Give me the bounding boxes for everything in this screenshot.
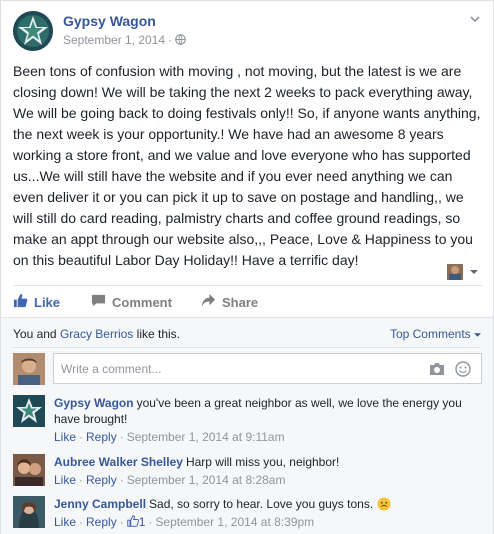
post-actions: Like Comment Share: [13, 285, 483, 317]
comment-text: Aubree Walker Shelley Harp will miss you,…: [54, 454, 482, 470]
comment-like-count[interactable]: 1: [139, 515, 146, 529]
post-date[interactable]: September 1, 2014: [63, 33, 165, 47]
comment-reply-link[interactable]: Reply: [86, 473, 117, 487]
smiley-icon: [376, 497, 391, 515]
likes-suffix: like this.: [136, 327, 181, 341]
comment-body: Harp will miss you, neighbor!: [185, 455, 340, 469]
thumbs-up-icon: [13, 293, 34, 311]
like-button[interactable]: Like: [13, 293, 60, 311]
post-author[interactable]: Gypsy Wagon: [63, 13, 156, 29]
divider: [13, 347, 481, 348]
page-avatar[interactable]: [13, 11, 53, 51]
comment-reply-link[interactable]: Reply: [86, 515, 117, 529]
comment-button[interactable]: Comment: [91, 293, 172, 311]
comment-like-link[interactable]: Like: [54, 515, 76, 529]
comment-timestamp[interactable]: September 1, 2014 at 9:11am: [127, 430, 285, 444]
dot-separator: ·: [79, 430, 84, 444]
commenter-avatar[interactable]: [13, 395, 45, 427]
post-card: Gypsy Wagon September 1, 2014 · Been tons…: [0, 0, 494, 534]
comment-sort-dropdown[interactable]: Top Comments: [390, 327, 481, 341]
chevron-down-icon[interactable]: [467, 11, 483, 27]
like-label: Like: [34, 294, 61, 310]
commenter-avatar[interactable]: [13, 496, 45, 528]
comment-body: Sad, so sorry to hear. Love you guys ton…: [149, 497, 374, 511]
camera-icon[interactable]: [429, 362, 445, 381]
post-meta: September 1, 2014 ·: [63, 33, 186, 48]
comment-reply-link[interactable]: Reply: [86, 430, 117, 444]
meta-separator: ·: [168, 33, 173, 47]
dot-separator: ·: [79, 515, 84, 529]
comment-actions: Like · Reply · September 1, 2014 at 8:28am: [54, 473, 285, 487]
likes-prefix: You and: [13, 327, 57, 341]
commenter-name[interactable]: Aubree Walker Shelley: [54, 455, 183, 469]
post-body: Been tons of confusion with moving , not…: [13, 63, 481, 268]
comment-actions: Like · Reply · 1 · September 1, 2014 at 8:39pm: [54, 515, 314, 529]
commenter-avatar[interactable]: [13, 454, 45, 486]
comment-actions: Like · Reply · September 1, 2014 at 9:11am: [54, 430, 285, 444]
comment-icon: [91, 293, 112, 311]
likes-summary: You and Gracy Berrios like this.: [13, 327, 180, 341]
share-button[interactable]: Share: [201, 293, 258, 311]
commenter-name[interactable]: Jenny Campbell: [54, 497, 146, 511]
viewer-avatar: [13, 353, 45, 385]
comment-like-link[interactable]: Like: [54, 430, 76, 444]
viewer-avatar-picker[interactable]: [445, 263, 485, 281]
dot-separator: ·: [119, 473, 124, 487]
thumbs-up-icon: [126, 515, 139, 529]
comment-timestamp[interactable]: September 1, 2014 at 8:28am: [127, 473, 286, 487]
comment-input[interactable]: Write a comment...: [53, 353, 482, 384]
dot-separator: ·: [119, 430, 124, 444]
comments-section: You and Gracy Berrios like this. Top Com…: [1, 317, 493, 534]
comment-text: Jenny Campbell Sad, so sorry to hear. Lov…: [54, 496, 482, 515]
comment-input-placeholder: Write a comment...: [61, 362, 162, 376]
dot-separator: ·: [119, 515, 124, 529]
liker-name[interactable]: Gracy Berrios: [60, 327, 133, 341]
globe-icon: [175, 34, 186, 48]
share-label: Share: [222, 294, 259, 310]
commenter-name[interactable]: Gypsy Wagon: [54, 396, 134, 410]
comment-text: Gypsy Wagon you've been a great neighbor …: [54, 395, 482, 427]
dot-separator: ·: [148, 515, 153, 529]
caret-down-icon: [474, 327, 481, 341]
comment-like-link[interactable]: Like: [54, 473, 76, 487]
emoji-icon[interactable]: [455, 361, 471, 382]
comment-timestamp[interactable]: September 1, 2014 at 8:39pm: [155, 515, 314, 529]
dot-separator: ·: [79, 473, 84, 487]
sort-label: Top Comments: [389, 327, 471, 341]
share-icon: [201, 293, 222, 311]
post-header: Gypsy Wagon September 1, 2014 ·: [13, 11, 483, 53]
comment-label: Comment: [112, 294, 172, 310]
